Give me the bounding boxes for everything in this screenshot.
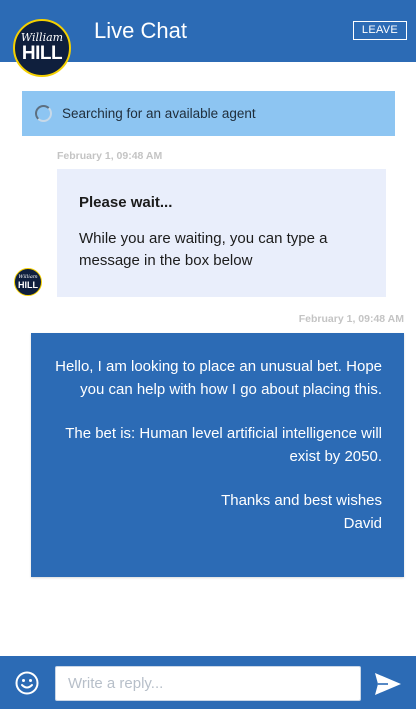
william-hill-logo: William HILL <box>13 19 71 77</box>
reply-composer <box>0 656 416 709</box>
logo-wordmark-text: HILL <box>21 43 63 64</box>
message-timestamp: February 1, 09:48 AM <box>57 150 163 162</box>
logo-script-text: William <box>20 31 64 44</box>
leave-button[interactable]: LEAVE <box>353 21 407 40</box>
user-message-paragraph: Hello, I am looking to place an unusual … <box>55 358 382 398</box>
agent-message-bubble: Please wait... While you are waiting, yo… <box>57 169 386 297</box>
user-message-signoff: Thanks and best wishes David <box>221 492 382 532</box>
user-message-paragraph: The bet is: Human level artificial intel… <box>65 425 382 465</box>
agent-avatar: William HILL <box>14 268 42 296</box>
status-text: Searching for an available agent <box>62 106 256 121</box>
message-timestamp: February 1, 09:48 AM <box>298 313 404 325</box>
smiley-face-icon[interactable] <box>15 671 39 695</box>
agent-message-title: Please wait... <box>79 194 173 211</box>
reply-input[interactable] <box>55 666 361 701</box>
header-title: Live Chat <box>94 18 187 43</box>
loading-spinner-icon <box>35 105 52 122</box>
agent-message-body: While you are waiting, you can type a me… <box>79 230 328 269</box>
user-message-bubble: Hello, I am looking to place an unusual … <box>31 333 404 577</box>
send-arrow-icon[interactable] <box>374 672 402 696</box>
agent-search-status: Searching for an available agent <box>22 91 395 136</box>
avatar-wordmark-text: HILL <box>18 280 38 290</box>
